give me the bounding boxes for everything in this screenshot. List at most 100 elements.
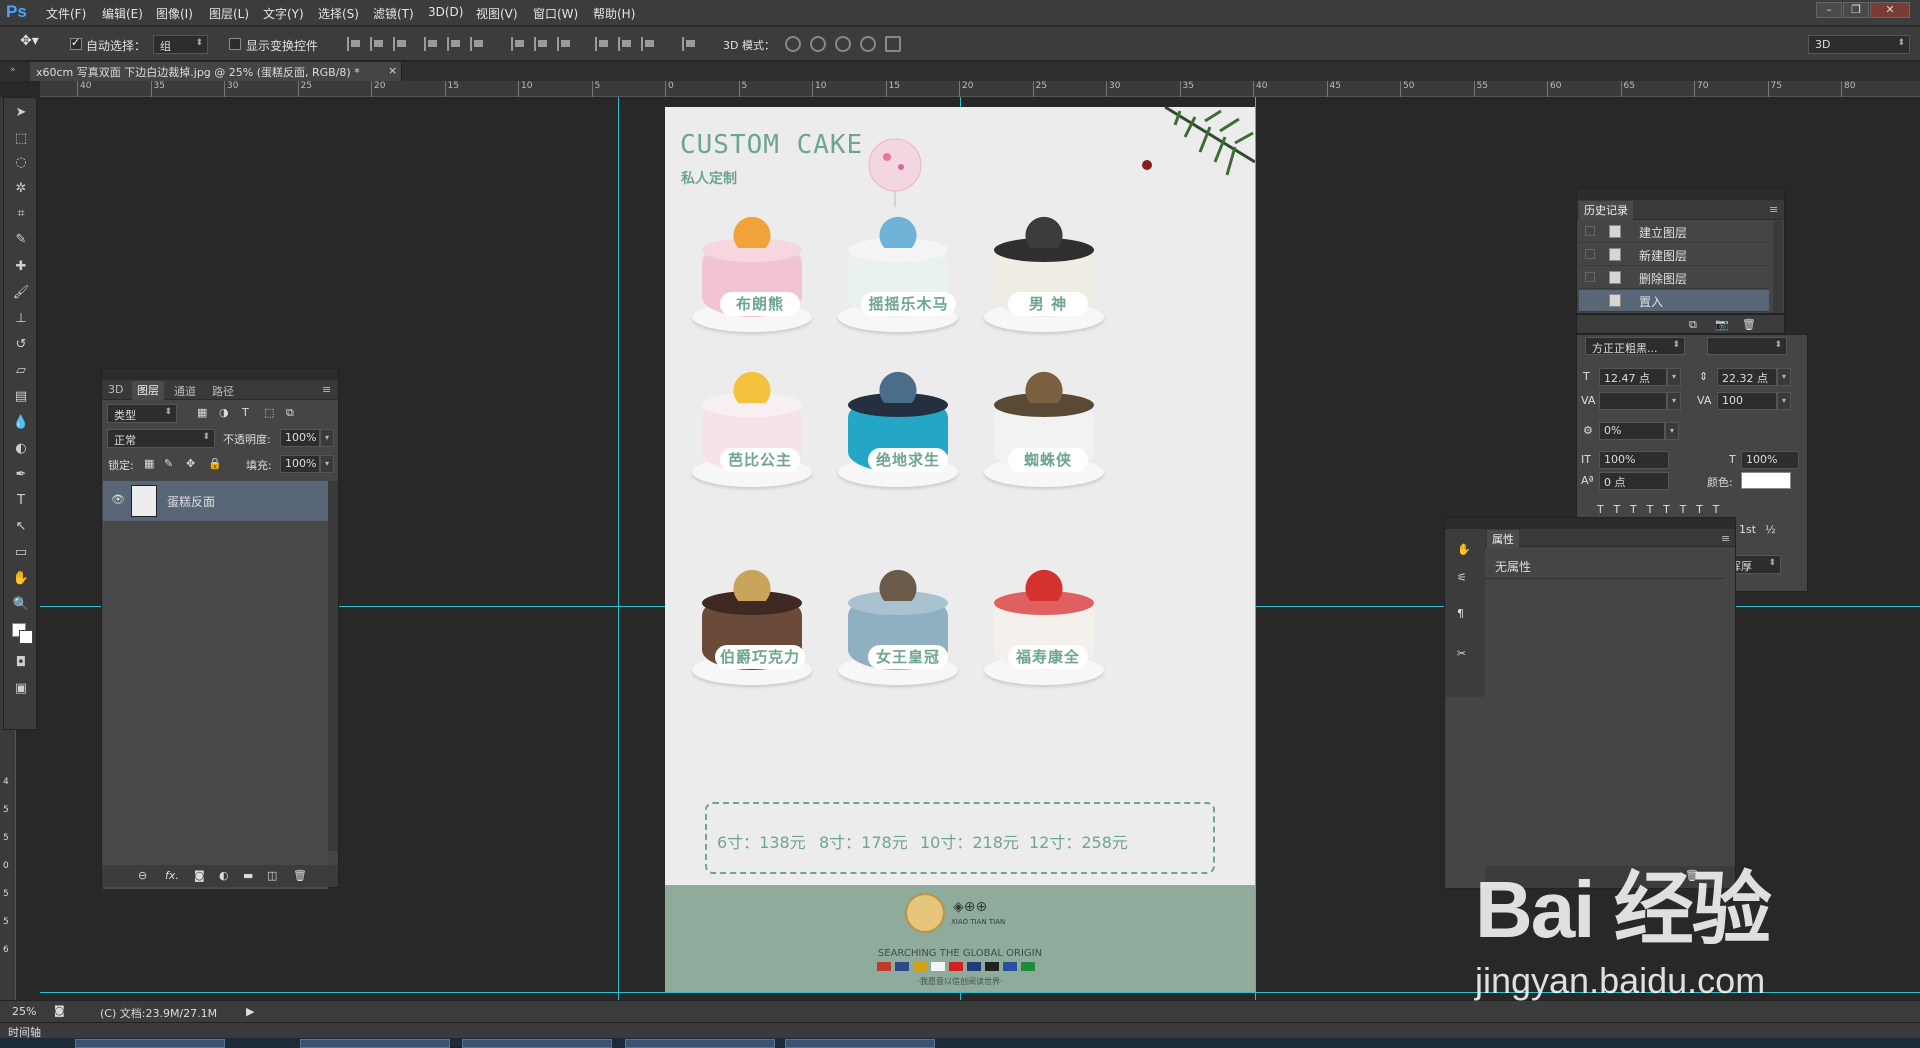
zoom-level[interactable]: 25% (12, 1005, 36, 1018)
marquee-tool-icon[interactable]: ⬚ (12, 130, 30, 148)
fill-input[interactable]: 100% (280, 455, 320, 473)
filter-adjust-icon[interactable]: ◑ (219, 406, 229, 419)
status-share-icon[interactable]: ◙ (54, 1004, 65, 1017)
3d-slide-icon[interactable] (860, 36, 876, 52)
path-select-icon[interactable]: ↖ (12, 518, 30, 536)
filter-type-icon[interactable]: T (242, 406, 249, 419)
distribute-right-icon[interactable] (641, 37, 655, 51)
menu-layer[interactable]: 图层(L) (209, 5, 249, 22)
panel-menu-icon[interactable]: ≡ (322, 383, 331, 396)
type-tool-icon[interactable]: T (12, 492, 30, 510)
eyedropper-tool-icon[interactable]: ✎ (12, 231, 30, 249)
align-left-icon[interactable] (424, 37, 438, 51)
opacity-dropdown-icon[interactable]: ▾ (320, 429, 334, 447)
document-tab-close-icon[interactable]: × (388, 64, 397, 77)
fill-dropdown-icon[interactable]: ▾ (320, 455, 334, 473)
leading-input[interactable]: 22.32 点 (1717, 368, 1777, 386)
filter-pixel-icon[interactable]: ▦ (197, 406, 207, 419)
layer-row[interactable]: 👁 蛋糕反面 (103, 481, 328, 521)
lasso-tool-icon[interactable]: ◌ (12, 154, 30, 172)
group-icon[interactable]: ▬ (243, 869, 253, 882)
distribute-left-icon[interactable] (595, 37, 609, 51)
taskbar-item[interactable] (75, 1039, 225, 1048)
status-menu-arrow-icon[interactable]: ▶ (246, 1005, 254, 1018)
lock-position-icon[interactable]: ✥ (186, 457, 195, 470)
align-top-icon[interactable] (347, 37, 361, 51)
move-tool-preset-icon[interactable]: ✥▾ (20, 33, 39, 49)
adjustment-icon[interactable]: ◐ (219, 869, 229, 882)
lock-pixels-icon[interactable]: ✎ (164, 457, 173, 470)
menu-view[interactable]: 视图(V) (476, 5, 518, 22)
healing-brush-icon[interactable]: ✚ (12, 258, 30, 276)
brush-tool-icon[interactable]: 🖌 (12, 284, 30, 302)
text-style-buttons[interactable]: TTTTTTTT (1597, 503, 1729, 516)
tool-scissors-icon[interactable]: ✂ (1457, 647, 1466, 660)
hand-tool-icon[interactable]: ✋ (12, 570, 30, 588)
tab-layers[interactable]: 图层 (132, 381, 164, 400)
leading-dropdown-icon[interactable]: ▾ (1777, 368, 1791, 386)
font-family-dropdown[interactable]: 方正正粗黑... (1585, 337, 1685, 355)
quick-mask-icon[interactable]: ◘ (12, 654, 30, 672)
filter-smart-icon[interactable]: ⧉ (286, 406, 294, 420)
taskbar-item[interactable] (462, 1039, 612, 1048)
font-size-input[interactable]: 12.47 点 (1599, 368, 1667, 386)
align-right-icon[interactable] (470, 37, 484, 51)
mask-icon[interactable]: ◙ (194, 869, 205, 882)
trash-icon[interactable]: 🗑 (293, 869, 307, 882)
lock-all-icon[interactable]: 🔒 (208, 457, 222, 470)
distribute-top-icon[interactable] (511, 37, 525, 51)
blend-mode-dropdown[interactable]: 正常 (107, 429, 215, 448)
properties-panel-titlebar[interactable] (1445, 518, 1735, 529)
3d-rotate-icon[interactable] (785, 36, 801, 52)
vertical-scale-input[interactable]: 100% (1599, 451, 1669, 469)
tab-history[interactable]: 历史记录 (1579, 201, 1633, 220)
menu-filter[interactable]: 滤镜(T) (373, 5, 414, 22)
tab-paths[interactable]: 路径 (212, 383, 234, 399)
history-scrollbar[interactable] (1773, 221, 1783, 313)
adjust-preset-icon[interactable]: ⚟ (1457, 571, 1467, 584)
dodge-tool-icon[interactable]: ◐ (12, 440, 30, 458)
layers-scrollbar[interactable] (328, 481, 338, 851)
crop-tool-icon[interactable]: ⌗ (12, 205, 30, 223)
align-bottom-icon[interactable] (393, 37, 407, 51)
tracking-input[interactable]: 100 (1717, 392, 1777, 410)
pen-tool-icon[interactable]: ✒ (12, 466, 30, 484)
document-tab[interactable]: x60cm 写真双面 下边白边裁掉.jpg @ 25% (蛋糕反面, RGB/8… (30, 62, 402, 81)
layer-filter-dropdown[interactable]: 类型 (107, 404, 177, 423)
document-canvas[interactable]: CUSTOM CAKE 私人定制 布朗熊 摇摇乐木马 男 神 芭比公主 绝地求生… (665, 107, 1255, 992)
align-vcenter-icon[interactable] (370, 37, 384, 51)
panel-menu-icon[interactable]: ≡ (1769, 203, 1778, 216)
ordinal-icon[interactable]: 1st (1739, 523, 1756, 536)
zoom-tool-icon[interactable]: 🔍 (12, 596, 30, 614)
opacity-input[interactable]: 100% (280, 429, 320, 447)
tsume-dropdown-icon[interactable]: ▾ (1665, 422, 1679, 440)
align-hcenter-icon[interactable] (447, 37, 461, 51)
menu-window[interactable]: 窗口(W) (533, 5, 578, 22)
layer-name[interactable]: 蛋糕反面 (167, 493, 215, 510)
auto-select-dropdown[interactable]: 组 (153, 35, 208, 54)
distribute-vcenter-icon[interactable] (534, 37, 548, 51)
taskbar-item[interactable] (785, 1039, 935, 1048)
stamp-tool-icon[interactable]: ⊥ (12, 310, 30, 328)
fraction-icon[interactable]: ½ (1765, 523, 1776, 536)
kerning-input[interactable] (1599, 392, 1667, 410)
workspace-dropdown[interactable]: 3D (1808, 35, 1910, 54)
menu-select[interactable]: 选择(S) (318, 5, 359, 22)
layers-panel-titlebar[interactable] (102, 369, 338, 380)
screen-mode-icon[interactable]: ▣ (12, 680, 30, 698)
distribute-bottom-icon[interactable] (557, 37, 571, 51)
menu-type[interactable]: 文字(Y) (263, 5, 304, 22)
menu-file[interactable]: 文件(F) (46, 5, 86, 22)
layer-visibility-eye-icon[interactable]: 👁 (111, 493, 125, 506)
lock-transparent-icon[interactable]: ▦ (144, 457, 154, 470)
menu-image[interactable]: 图像(I) (156, 5, 193, 22)
tab-properties[interactable]: 属性 (1487, 530, 1519, 549)
snapshot-icon[interactable]: 📷 (1715, 318, 1729, 331)
new-doc-from-state-icon[interactable]: ⧉ (1689, 318, 1697, 332)
text-color-swatch[interactable] (1741, 472, 1791, 489)
minimize-button[interactable]: – (1816, 2, 1842, 18)
taskbar-item[interactable] (300, 1039, 450, 1048)
baseline-input[interactable]: 0 点 (1599, 472, 1669, 490)
horizontal-scale-input[interactable]: 100% (1741, 451, 1799, 469)
history-item-active[interactable]: 置入 (1579, 290, 1769, 312)
